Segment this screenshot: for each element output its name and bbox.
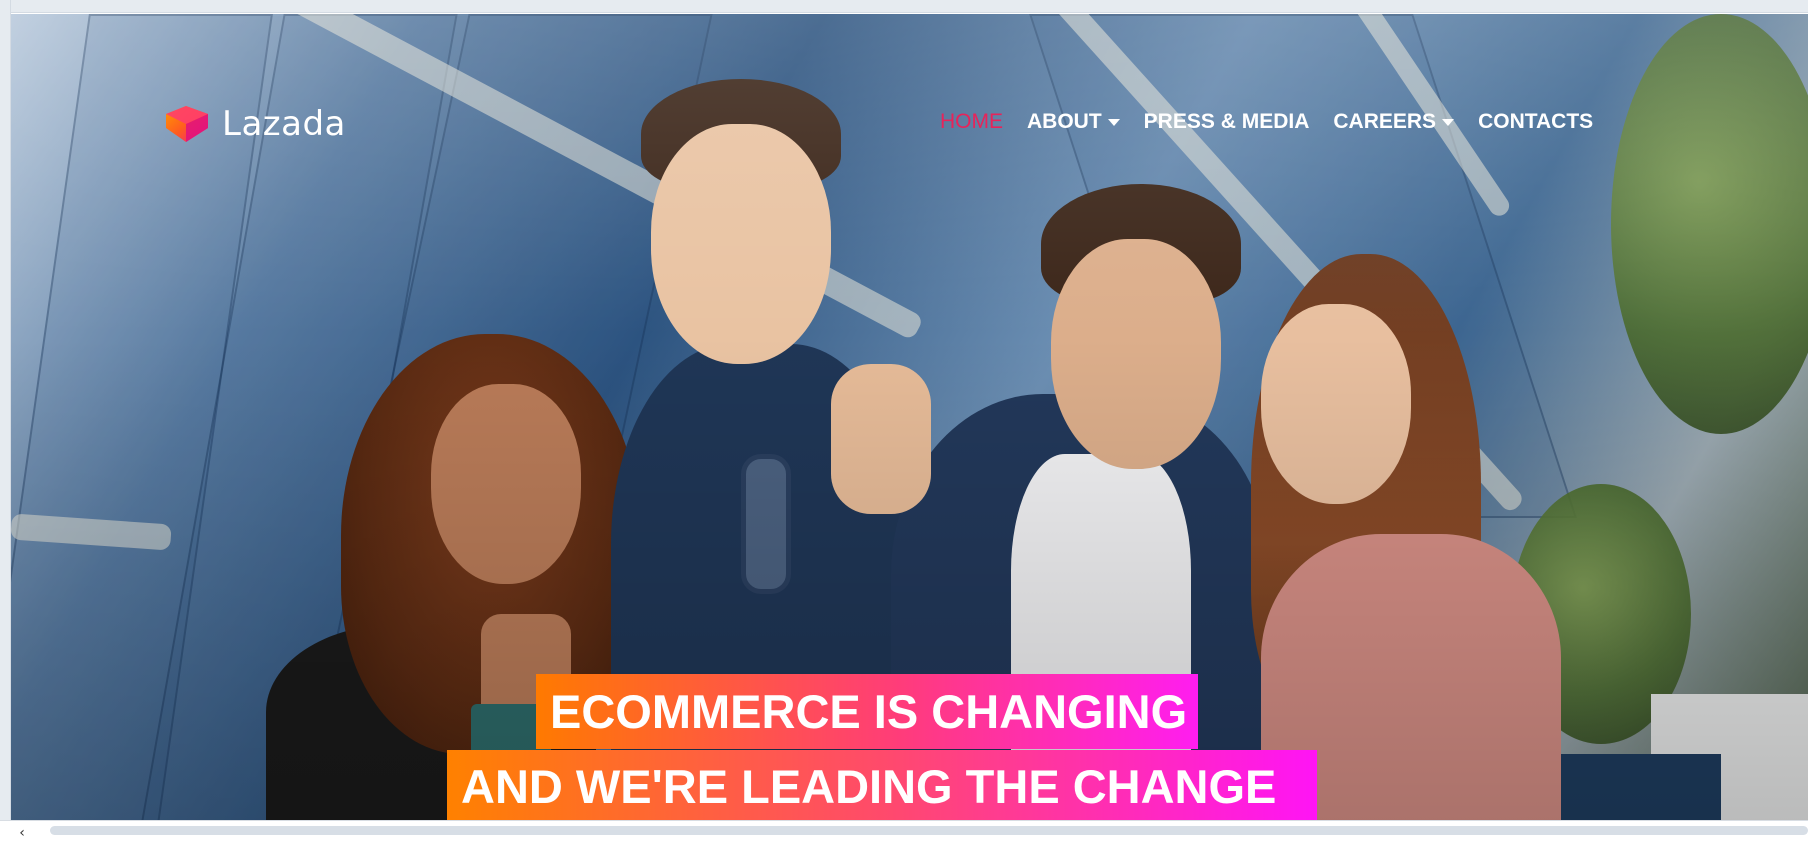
nav-about-label: ABOUT <box>1027 110 1102 133</box>
brand-name: Lazada <box>222 104 346 144</box>
main-nav: HOME ABOUT PRESS & MEDIA CAREERS CONTACT… <box>940 110 1593 134</box>
chevron-down-icon <box>1442 118 1455 126</box>
lazada-logo[interactable]: Lazada <box>162 104 346 144</box>
scrollbar-thumb[interactable] <box>50 826 1808 835</box>
browser-viewport: Lazada HOME ABOUT PRESS & MEDIA CAREERS … <box>0 0 1808 844</box>
left-edge <box>0 0 11 843</box>
nav-contacts[interactable]: CONTACTS <box>1478 110 1593 134</box>
nav-careers[interactable]: CAREERS <box>1333 110 1455 134</box>
nav-home-label: HOME <box>940 110 1003 133</box>
nav-home[interactable]: HOME <box>940 110 1003 134</box>
headline-line-1-text: ECOMMERCE IS CHANGING <box>550 685 1188 738</box>
nav-contacts-label: CONTACTS <box>1478 110 1594 133</box>
nav-press-media-label: PRESS & MEDIA <box>1143 110 1310 133</box>
nav-careers-label: CAREERS <box>1333 110 1437 133</box>
headline-line-2: AND WE'RE LEADING THE CHANGE <box>447 750 1317 822</box>
horizontal-scrollbar[interactable]: ‹ <box>0 820 1808 844</box>
headline-line-1: ECOMMERCE IS CHANGING <box>536 674 1198 749</box>
top-edge <box>0 0 1808 13</box>
nav-about[interactable]: ABOUT <box>1027 110 1120 134</box>
headline-line-2-text: AND WE'RE LEADING THE CHANGE <box>461 759 1277 813</box>
chevron-down-icon <box>1107 118 1120 126</box>
lazada-heart-icon <box>166 106 208 142</box>
nav-press-media[interactable]: PRESS & MEDIA <box>1144 110 1310 134</box>
scroll-left-icon[interactable]: ‹ <box>14 825 30 841</box>
